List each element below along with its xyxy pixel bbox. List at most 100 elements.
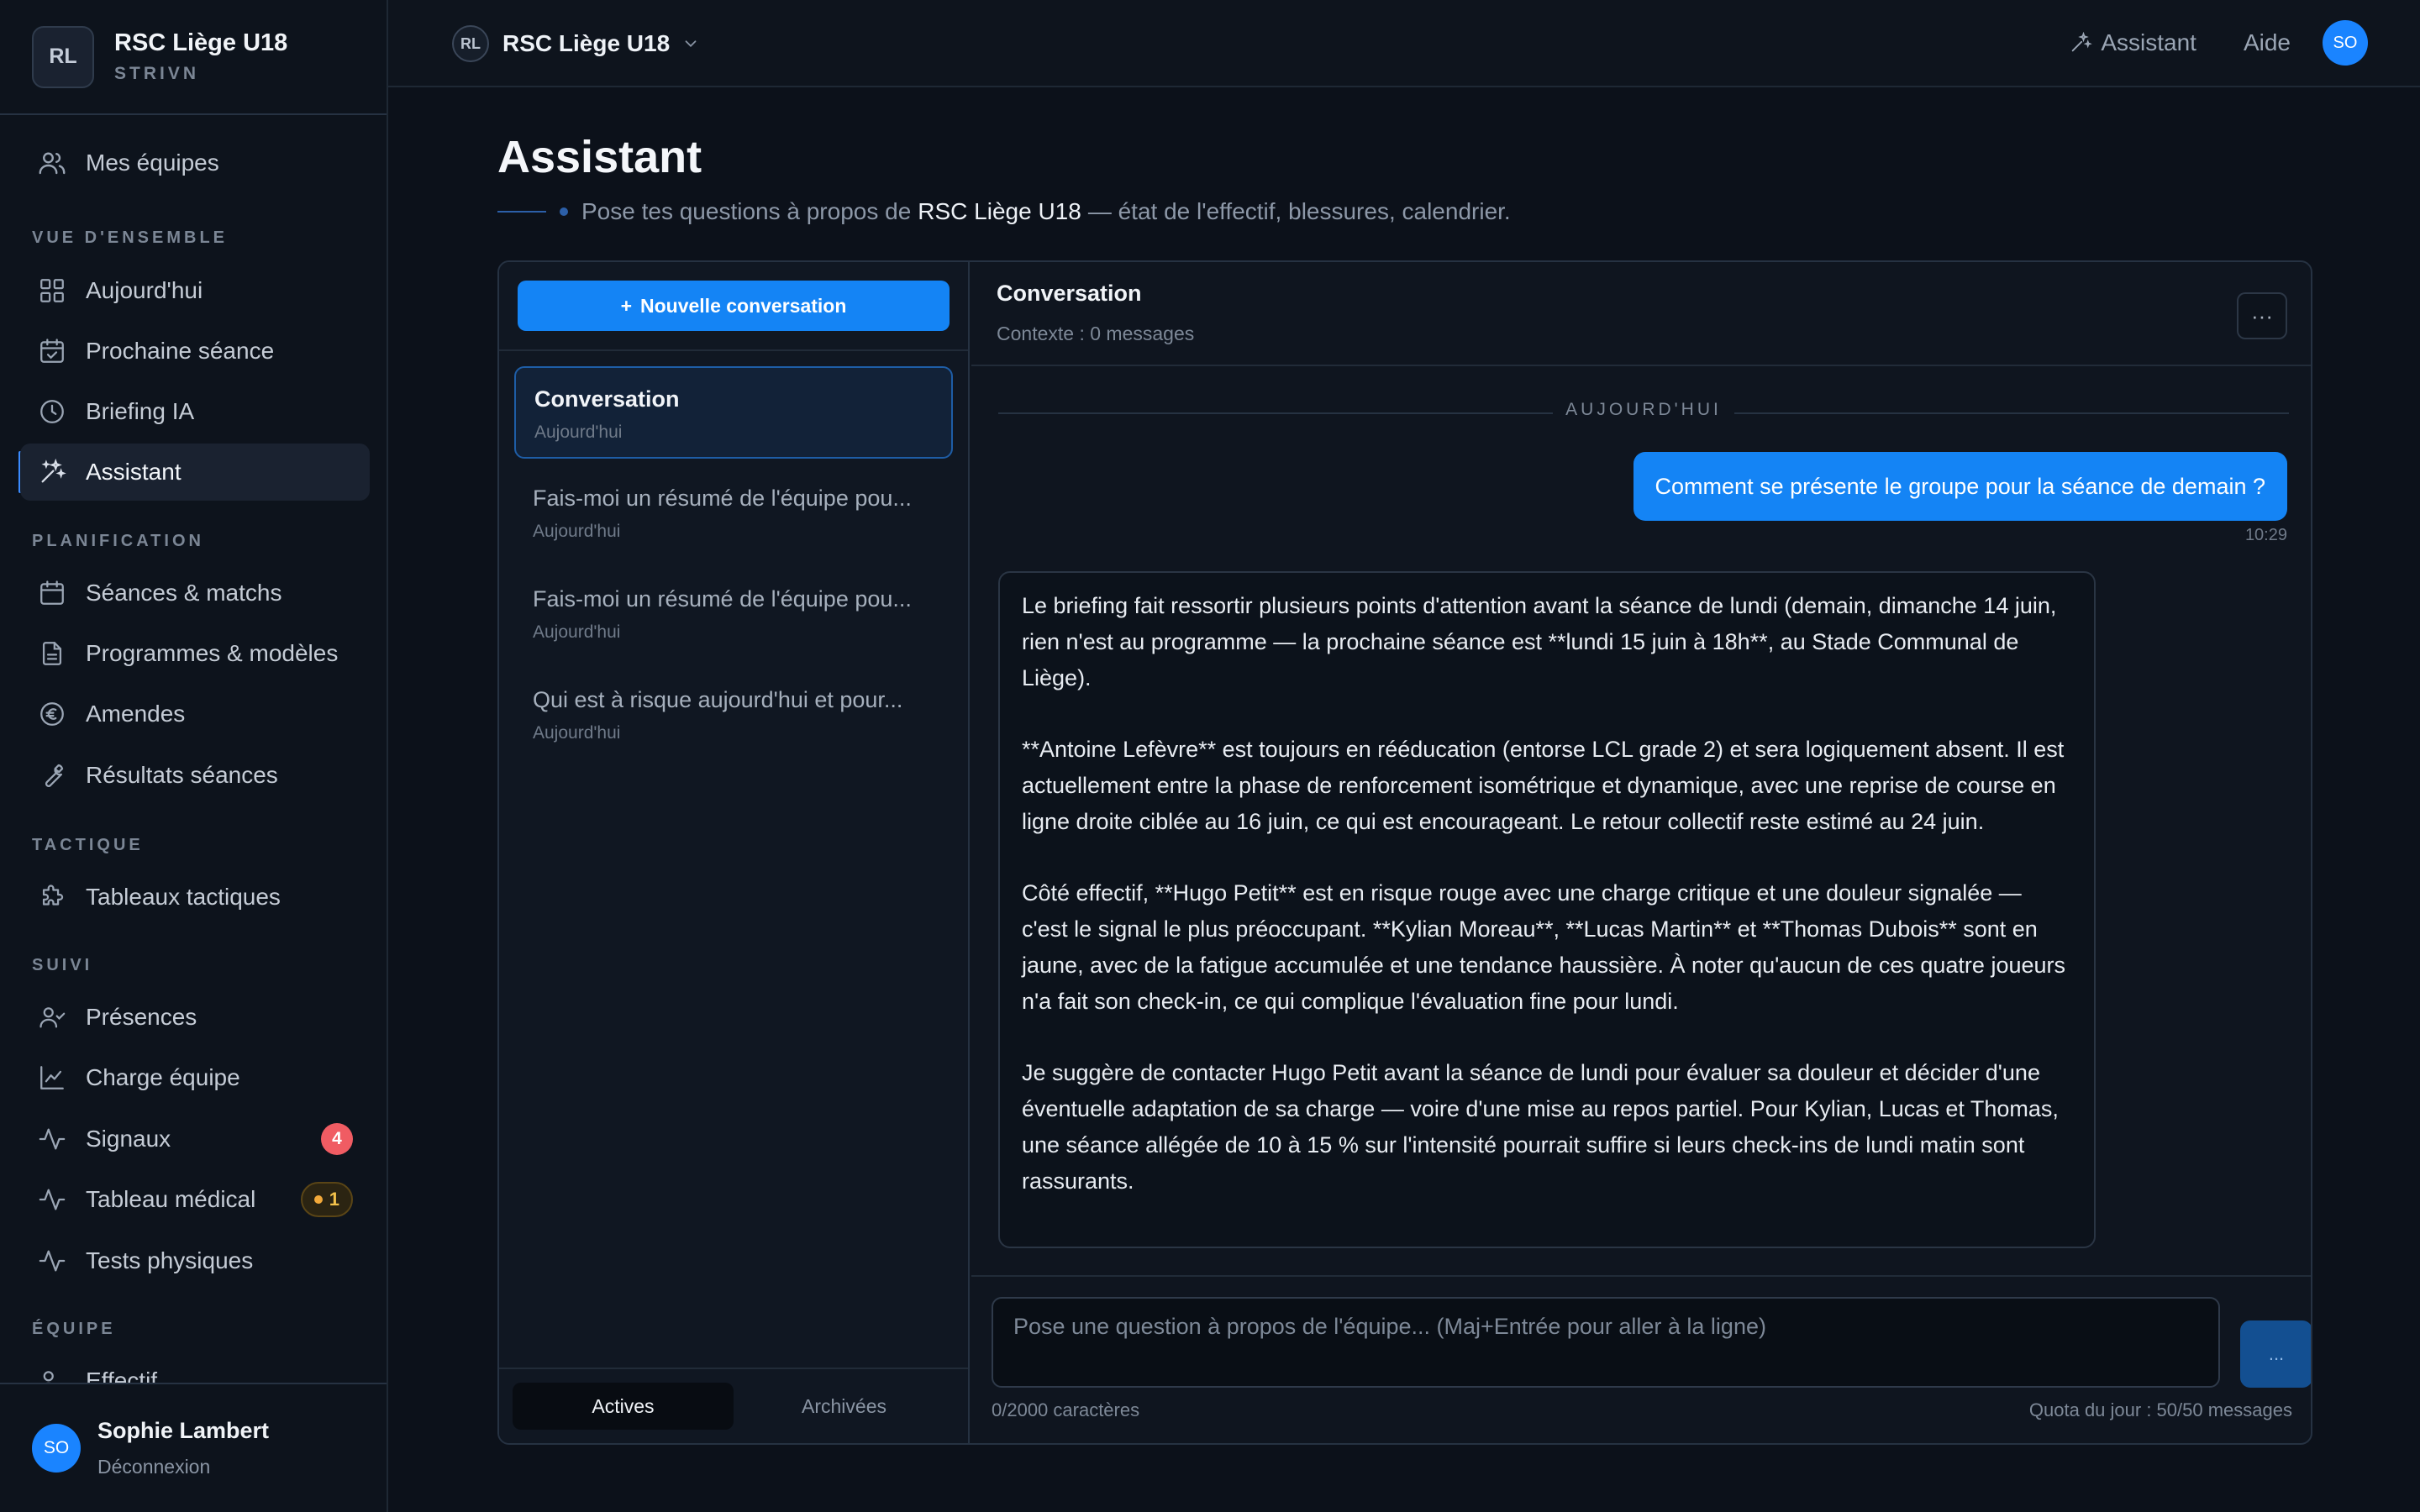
nav-tactical-boards[interactable]: Tableaux tactiques bbox=[20, 869, 370, 926]
section-planning: PLANIFICATION bbox=[32, 532, 204, 550]
nav-assistant[interactable]: Assistant bbox=[20, 444, 370, 501]
user-name: Sophie Lambert bbox=[97, 1418, 270, 1443]
nav-label: Présences bbox=[86, 1004, 197, 1030]
grid-icon bbox=[37, 276, 67, 306]
conversation-date: Aujourd'hui bbox=[533, 723, 621, 743]
wrench-icon bbox=[37, 760, 67, 790]
nav-label: Séances & matchs bbox=[86, 580, 282, 606]
puzzle-icon bbox=[37, 882, 67, 912]
day-separator: AUJOURD'HUI bbox=[998, 400, 2289, 425]
nav-briefing[interactable]: Briefing IA bbox=[20, 383, 370, 440]
assistant-panel: + Nouvelle conversation Conversation Auj… bbox=[497, 260, 2312, 1445]
conversation-date: Aujourd'hui bbox=[534, 423, 623, 442]
assistant-link-label: Assistant bbox=[2101, 29, 2196, 55]
conversation-date: Aujourd'hui bbox=[533, 622, 621, 642]
nav-my-teams[interactable]: Mes équipes bbox=[20, 134, 370, 192]
nav-sessions-matches[interactable]: Séances & matchs bbox=[20, 564, 370, 622]
page-title: Assistant bbox=[497, 132, 702, 182]
conversation-title: Conversation bbox=[534, 386, 680, 412]
conversation-title: Fais-moi un résumé de l'équipe pou... bbox=[533, 486, 912, 511]
plus-icon: + bbox=[620, 294, 632, 317]
message-input[interactable]: Pose une question à propos de l'équipe..… bbox=[992, 1297, 2220, 1388]
nav-physical-tests[interactable]: Tests physiques bbox=[20, 1232, 370, 1289]
nav-programs[interactable]: Programmes & modèles bbox=[20, 625, 370, 682]
logout-link[interactable]: Déconnexion bbox=[97, 1456, 269, 1478]
file-text-icon bbox=[37, 638, 67, 669]
conversation-tabs: Actives Archivées bbox=[499, 1368, 968, 1443]
section-tactics: TACTIQUE bbox=[32, 836, 144, 854]
calendar-check-icon bbox=[37, 336, 67, 366]
team-switcher-label: RSC Liège U18 bbox=[502, 30, 671, 56]
nav-fines[interactable]: Amendes bbox=[20, 685, 370, 743]
daily-quota: Quota du jour : 50/50 messages bbox=[2028, 1399, 2292, 1420]
nav-label: Briefing IA bbox=[86, 398, 195, 424]
sparkles-icon bbox=[37, 457, 67, 487]
topbar: RL RSC Liège U18 Assistant Aide SO bbox=[388, 0, 2420, 87]
nav-label: Programmes & modèles bbox=[86, 640, 339, 666]
nav-label: Aujourd'hui bbox=[86, 277, 203, 303]
line-chart-icon bbox=[37, 1063, 67, 1093]
conversation-date: Aujourd'hui bbox=[533, 522, 621, 541]
conversation-item[interactable]: Fais-moi un résumé de l'équipe pou... Au… bbox=[514, 467, 953, 559]
nav-session-results[interactable]: Résultats séances bbox=[20, 747, 370, 804]
team-logo: RL bbox=[452, 25, 489, 62]
nav-label: Amendes bbox=[86, 701, 186, 727]
assistant-link[interactable]: Assistant bbox=[2069, 29, 2196, 56]
chat-area: Conversation Contexte : 0 messages ··· A… bbox=[971, 262, 2311, 1443]
nav-team-load[interactable]: Charge équipe bbox=[20, 1049, 370, 1106]
tab-active[interactable]: Actives bbox=[513, 1383, 734, 1430]
help-link[interactable]: Aide bbox=[2244, 29, 2291, 56]
divider bbox=[499, 349, 968, 351]
nav-medical[interactable]: Tableau médical 1 bbox=[20, 1171, 370, 1228]
activity-icon bbox=[37, 1124, 67, 1154]
separator-line bbox=[1734, 412, 2289, 414]
user-check-icon bbox=[37, 1002, 67, 1032]
send-button[interactable]: ... bbox=[2240, 1320, 2311, 1388]
avatar[interactable]: SO bbox=[32, 1424, 81, 1473]
team-switcher[interactable]: RL RSC Liège U18 bbox=[452, 25, 700, 62]
team-logo: RL bbox=[32, 25, 94, 88]
nav-label: Charge équipe bbox=[86, 1064, 240, 1090]
conversation-item[interactable]: Conversation Aujourd'hui bbox=[514, 366, 953, 459]
signals-count-badge: 4 bbox=[321, 1123, 353, 1155]
chat-title: Conversation bbox=[997, 281, 1142, 306]
conversation-title: Fais-moi un résumé de l'équipe pou... bbox=[533, 586, 912, 612]
user-message: Comment se présente le groupe pour la sé… bbox=[1633, 452, 2287, 521]
decorative-line bbox=[497, 211, 546, 213]
section-team: ÉQUIPE bbox=[32, 1320, 116, 1338]
clock-icon bbox=[37, 396, 67, 427]
activity-icon bbox=[37, 1184, 67, 1215]
nav-label: Mes équipes bbox=[86, 150, 219, 176]
avatar[interactable]: SO bbox=[2323, 20, 2368, 66]
nav-attendance[interactable]: Présences bbox=[20, 989, 370, 1046]
subtitle-text-end: — état de l'effectif, blessures, calendr… bbox=[1087, 198, 1511, 224]
subtitle-text: Pose tes questions à propos de bbox=[581, 198, 912, 224]
message-paragraph: Le briefing fait ressortir plusieurs poi… bbox=[1022, 593, 2057, 690]
calendar-icon bbox=[37, 578, 67, 608]
nav-label: Tests physiques bbox=[86, 1247, 254, 1273]
chat-context: Contexte : 0 messages bbox=[997, 323, 1195, 344]
nav-signals[interactable]: Signaux 4 bbox=[20, 1110, 370, 1168]
section-overview: VUE D'ENSEMBLE bbox=[32, 228, 229, 247]
more-options-button[interactable]: ··· bbox=[2237, 292, 2287, 339]
new-conversation-button[interactable]: + Nouvelle conversation bbox=[518, 281, 950, 331]
chat-header: Conversation Contexte : 0 messages ··· bbox=[971, 262, 2311, 366]
chevron-down-icon bbox=[681, 34, 700, 53]
character-count: 0/2000 caractères bbox=[992, 1399, 1140, 1420]
new-conversation-label: Nouvelle conversation bbox=[640, 294, 847, 317]
nav-label: Tableaux tactiques bbox=[86, 884, 281, 910]
conversation-list: + Nouvelle conversation Conversation Auj… bbox=[499, 262, 970, 1443]
sidebar: RL RSC Liège U18 STRIVN Mes équipes VUE … bbox=[0, 0, 388, 1512]
nav-next-session[interactable]: Prochaine séance bbox=[20, 323, 370, 380]
tab-archived[interactable]: Archivées bbox=[734, 1383, 955, 1430]
message-paragraph: **Antoine Lefèvre** est toujours en rééd… bbox=[1022, 737, 2065, 834]
users-icon bbox=[37, 148, 67, 178]
nav-today[interactable]: Aujourd'hui bbox=[20, 262, 370, 319]
team-name: RSC Liège U18 bbox=[114, 29, 288, 56]
assistant-message: Le briefing fait ressortir plusieurs poi… bbox=[998, 571, 2096, 1248]
activity-icon bbox=[37, 1246, 67, 1276]
day-separator-label: AUJOURD'HUI bbox=[1565, 400, 1722, 419]
conversation-item[interactable]: Qui est à risque aujourd'hui et pour... … bbox=[514, 669, 953, 761]
page-subtitle: Pose tes questions à propos de RSC Liège… bbox=[497, 198, 1511, 225]
conversation-item[interactable]: Fais-moi un résumé de l'équipe pou... Au… bbox=[514, 568, 953, 660]
